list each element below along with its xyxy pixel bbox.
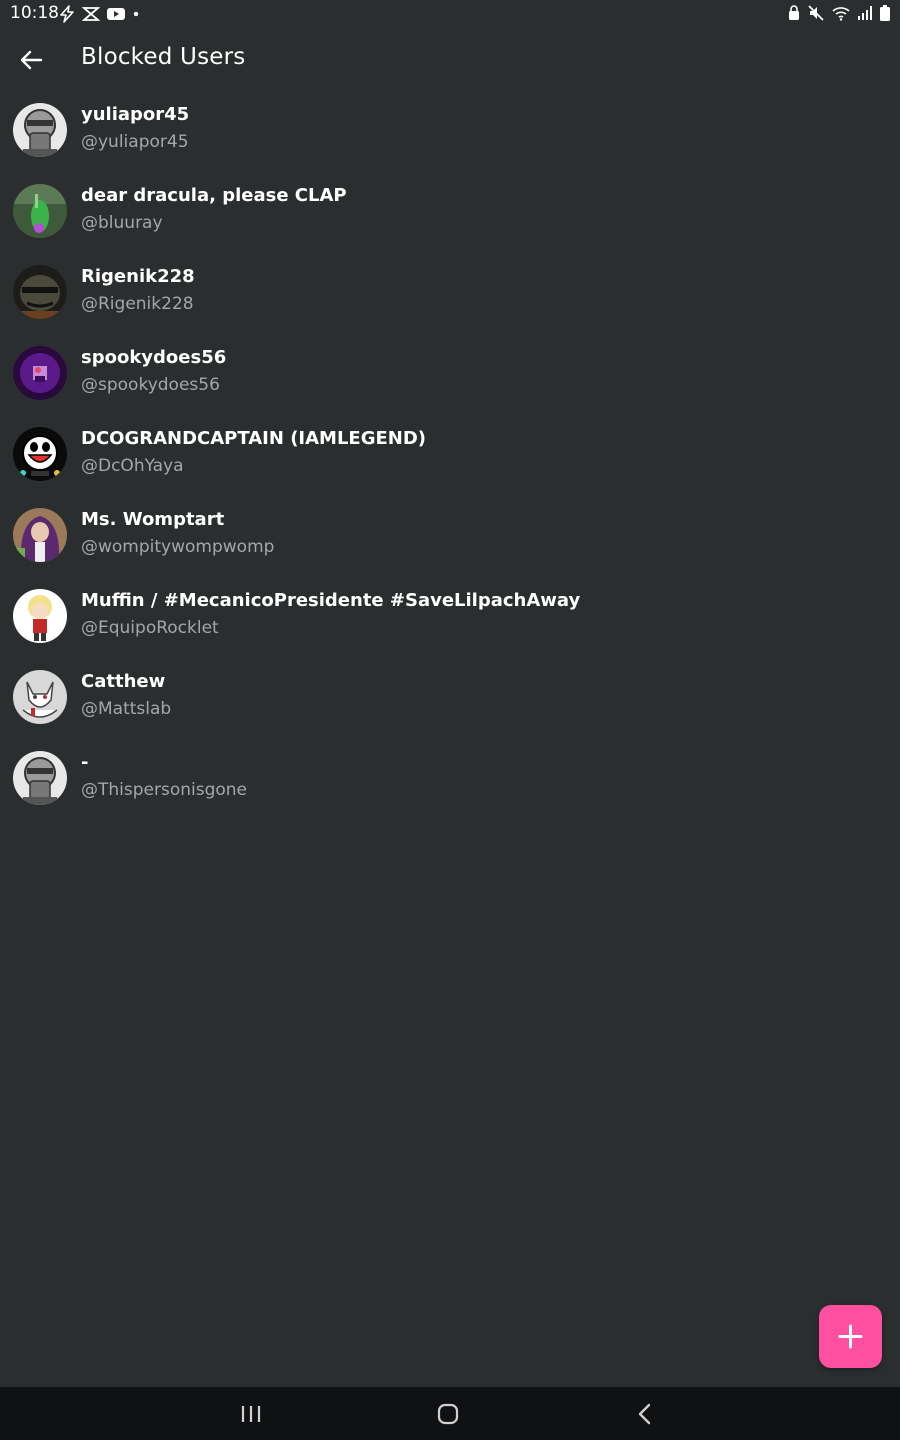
cartoon-face-avatar — [13, 427, 67, 481]
user-display-name: yuliapor45 — [81, 104, 190, 125]
lock-icon — [789, 5, 799, 20]
user-handle: @Rigenik228 — [81, 294, 194, 314]
back-chevron-icon — [638, 1403, 651, 1425]
status-bar: 10:18 — [0, 0, 900, 28]
user-handle: @yuliapor45 — [81, 132, 189, 152]
blocked-user-row[interactable]: Ms. Womptart @wompitywompwomp — [0, 495, 900, 576]
user-handle: @wompitywompwomp — [81, 537, 275, 557]
add-blocked-user-button[interactable] — [819, 1305, 882, 1368]
user-display-name: - — [81, 752, 89, 773]
status-left-icons — [58, 5, 140, 23]
app-bar: Blocked Users — [0, 28, 900, 92]
blocked-user-row[interactable]: Catthew @Mattslab — [0, 657, 900, 738]
green-figure-avatar — [13, 184, 67, 238]
default-avatar — [13, 751, 67, 805]
user-display-name: Muffin / #MecanicoPresidente #SaveLilpac… — [81, 590, 581, 611]
user-display-name: spookydoes56 — [81, 347, 227, 368]
home-button[interactable] — [428, 1397, 468, 1431]
arrow-left-icon — [20, 50, 43, 70]
blocked-user-row[interactable]: yuliapor45 @yuliapor45 — [0, 90, 900, 171]
user-display-name: Rigenik228 — [81, 266, 195, 287]
user-display-name: DCOGRANDCAPTAIN (IAMLEGEND) — [81, 428, 427, 449]
blonde-character-avatar — [13, 589, 67, 643]
home-icon — [437, 1403, 459, 1425]
recents-button[interactable] — [231, 1397, 271, 1431]
blocked-user-row[interactable]: - @Thispersonisgone — [0, 738, 900, 819]
mute-icon — [808, 5, 824, 21]
user-display-name: Catthew — [81, 671, 166, 692]
dot-icon — [133, 11, 139, 17]
purple-avatar — [13, 346, 67, 400]
back-button[interactable] — [14, 42, 50, 78]
user-handle: @EquipoRocklet — [81, 618, 219, 638]
user-handle: @Mattslab — [81, 699, 172, 719]
dark-character-avatar — [13, 265, 67, 319]
page-title: Blocked Users — [81, 44, 246, 70]
user-handle: @bluuray — [81, 213, 163, 233]
plus-icon — [838, 1324, 863, 1349]
white-cat-avatar — [13, 670, 67, 724]
user-display-name: dear dracula, please CLAP — [81, 185, 347, 206]
mail-icon — [82, 7, 100, 21]
youtube-icon — [107, 8, 125, 20]
signal-icon — [858, 6, 872, 20]
user-handle: @spookydoes56 — [81, 375, 220, 395]
blocked-user-row[interactable]: spookydoes56 @spookydoes56 — [0, 333, 900, 414]
blocked-user-row[interactable]: Muffin / #MecanicoPresidente #SaveLilpac… — [0, 576, 900, 657]
status-right-icons — [788, 5, 890, 21]
blocked-user-row[interactable]: dear dracula, please CLAP @bluuray — [0, 171, 900, 252]
recents-icon — [241, 1406, 261, 1422]
user-handle: @Thispersonisgone — [81, 780, 248, 800]
bolt-icon — [60, 5, 74, 23]
status-time: 10:18 — [10, 3, 59, 23]
user-handle: @DcOhYaya — [81, 456, 184, 476]
system-nav-bar — [0, 1387, 900, 1440]
purple-hair-avatar — [13, 508, 67, 562]
blocked-users-list: yuliapor45 @yuliapor45 dear dracula, ple… — [0, 90, 900, 819]
battery-icon — [880, 5, 890, 21]
blocked-user-row[interactable]: Rigenik228 @Rigenik228 — [0, 252, 900, 333]
user-display-name: Ms. Womptart — [81, 509, 225, 530]
blocked-user-row[interactable]: DCOGRANDCAPTAIN (IAMLEGEND) @DcOhYaya — [0, 414, 900, 495]
nav-back-button[interactable] — [625, 1397, 665, 1431]
wifi-icon — [832, 7, 850, 21]
default-avatar — [13, 103, 67, 157]
